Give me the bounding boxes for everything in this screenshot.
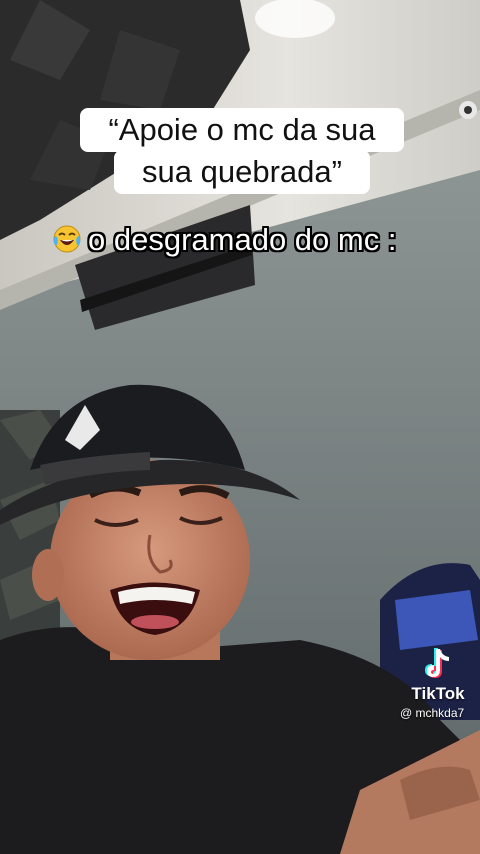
face-with-tears-of-joy-icon — [53, 225, 81, 253]
tiktok-watermark: TikTok — [400, 646, 476, 704]
caption-line-2: sua quebrada” — [114, 150, 370, 194]
tiktok-logo-icon — [425, 648, 449, 678]
tiktok-username: @ mchkda7 — [400, 706, 465, 720]
caption-line-1: “Apoie o mc da sua — [80, 108, 404, 152]
tiktok-brand-label: TikTok — [411, 684, 465, 703]
overlay-caption: o desgramado do mc : — [52, 222, 452, 258]
overlay-caption-text: o desgramado do mc : — [88, 222, 397, 257]
